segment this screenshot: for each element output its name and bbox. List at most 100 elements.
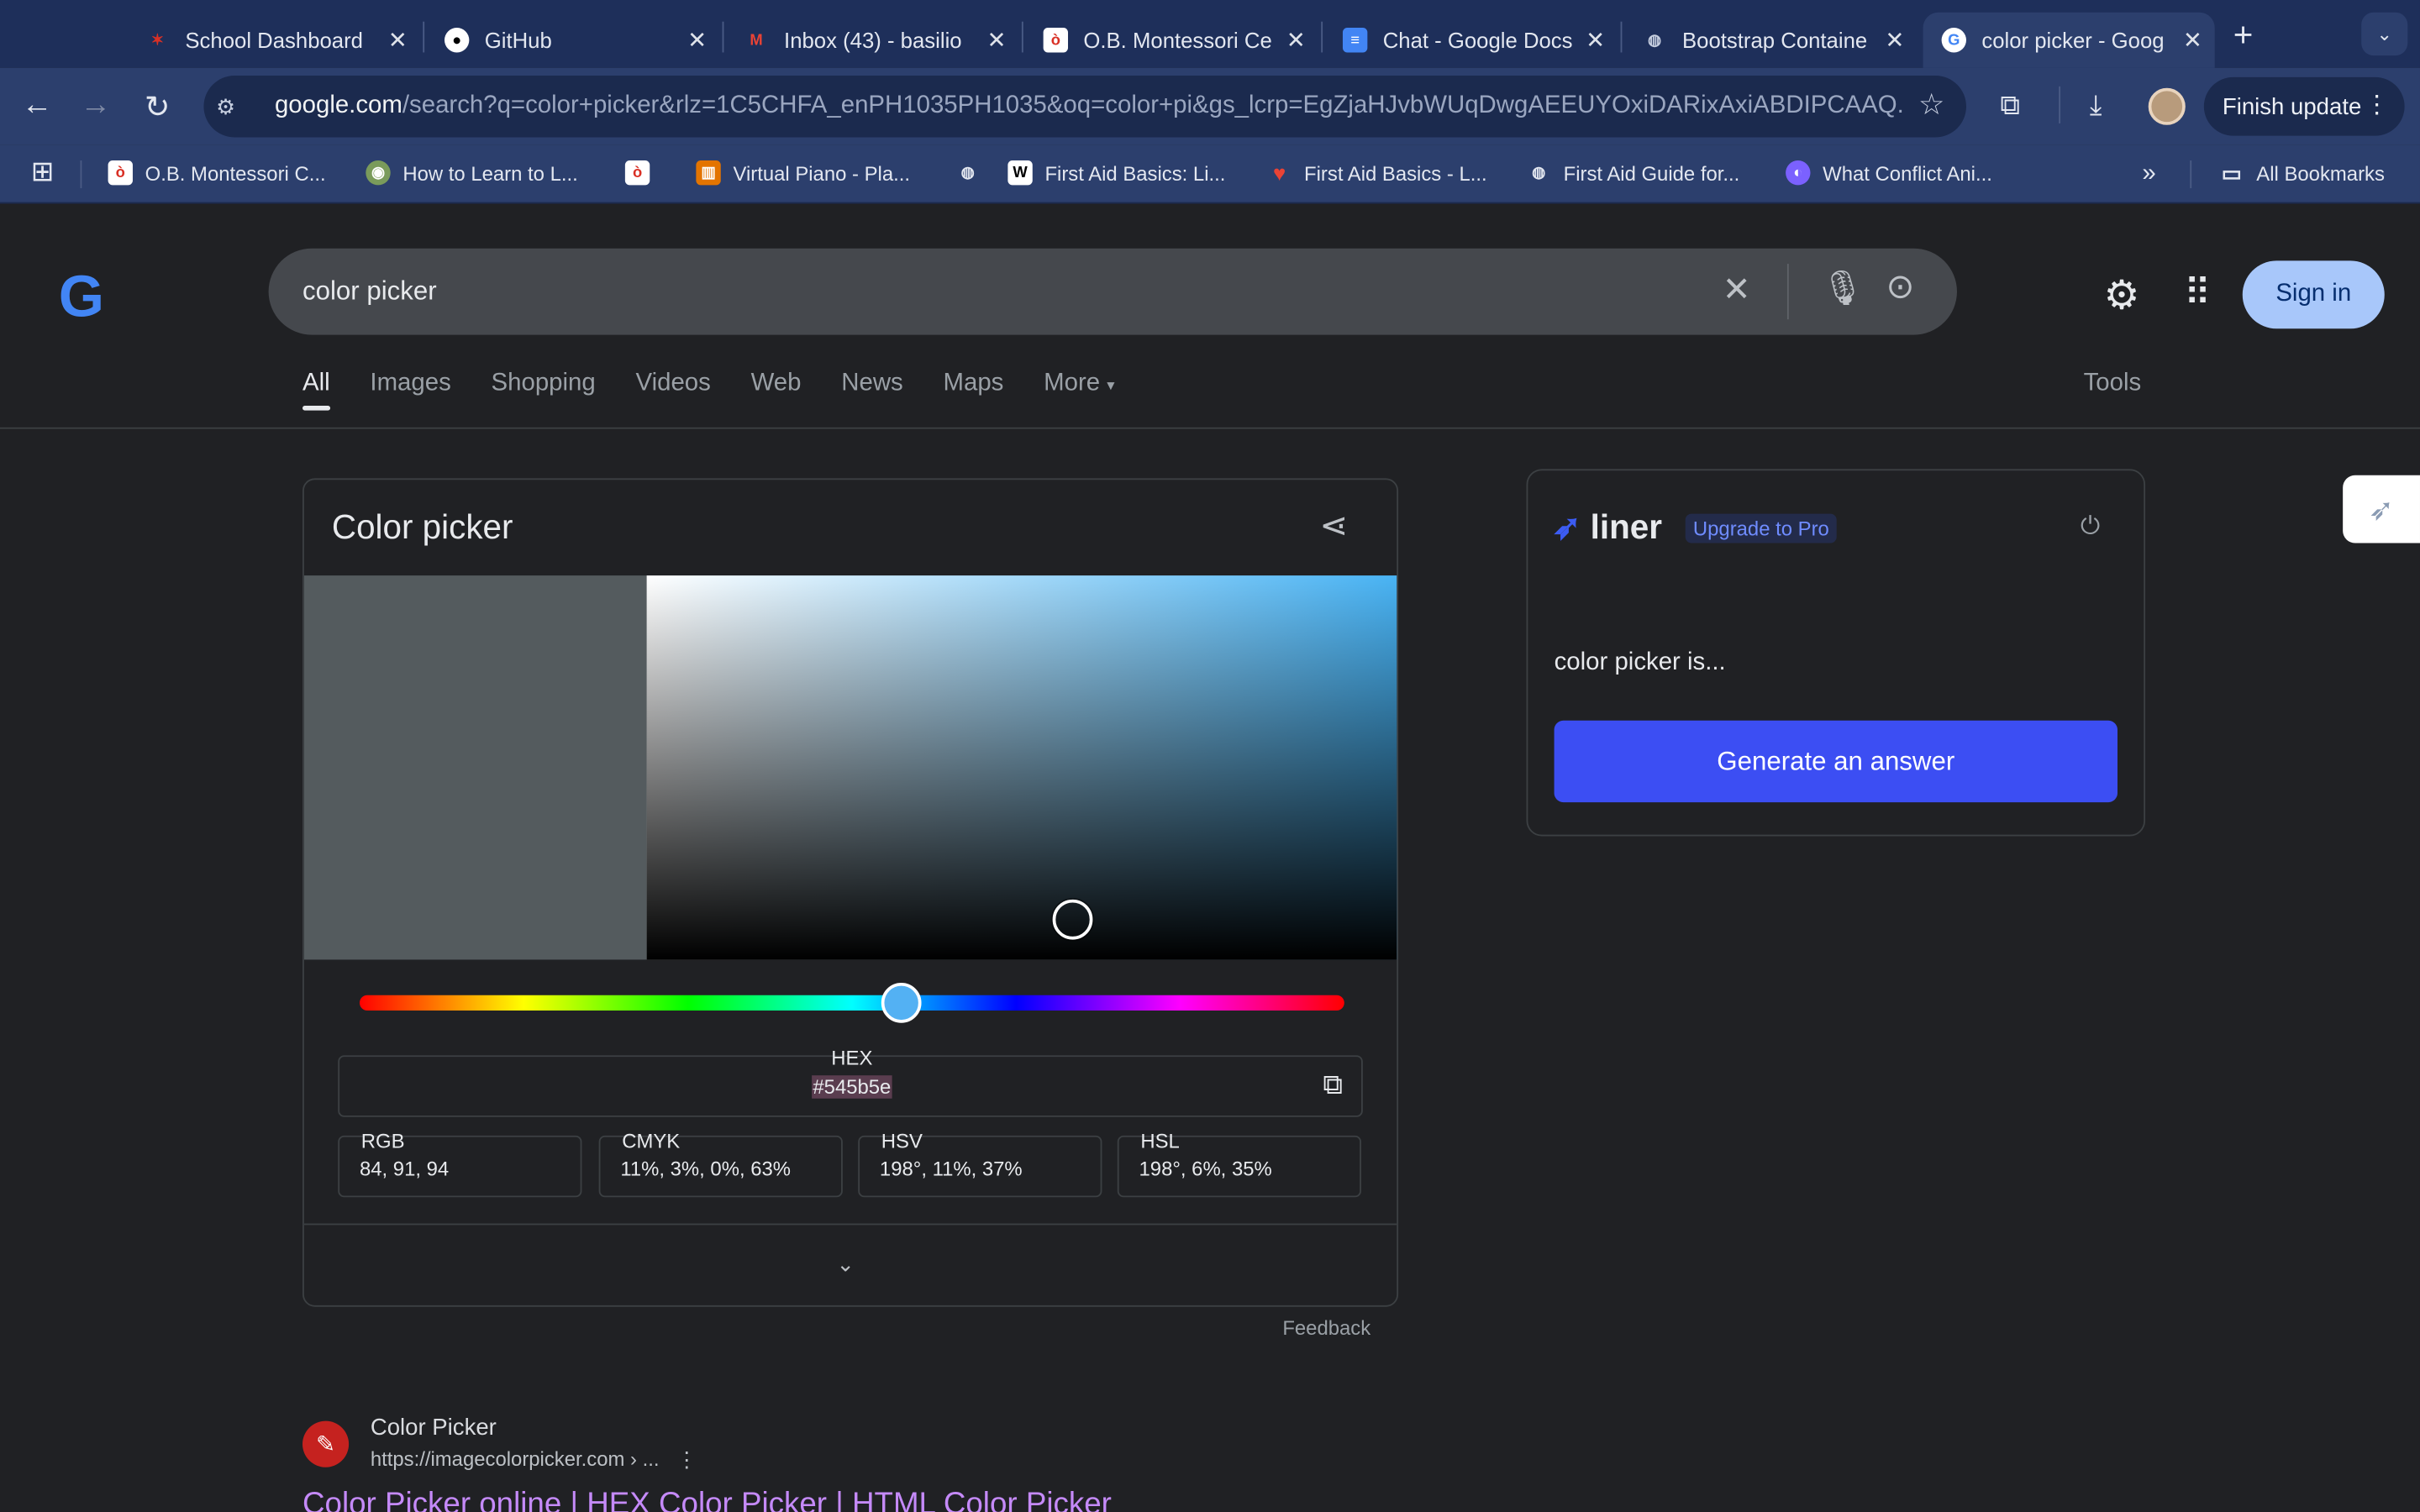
tab-divider [1620, 21, 1623, 53]
back-icon[interactable]: ← [18, 88, 55, 123]
rgb-value: 84, 91, 94 [359, 1157, 450, 1181]
bookmark-label: First Aid Basics - L... [1304, 160, 1487, 185]
finish-update-label: Finish update [2222, 93, 2362, 120]
tab-shopping[interactable]: Shopping [492, 370, 596, 411]
tab-videos[interactable]: Videos [636, 370, 711, 411]
hex-value[interactable]: #545b5e [339, 1075, 1365, 1099]
search-input[interactable] [302, 270, 1661, 313]
bookmarks-bar: ⊞ ò O.B. Montessori C... ◉ How to Learn to… [0, 144, 2420, 204]
bookmark-item[interactable]: ò O.B. Montessori C... [108, 160, 326, 186]
tab-news[interactable]: News [841, 370, 902, 411]
tab-web[interactable]: Web [751, 370, 802, 411]
power-icon[interactable]: ⏻ [2081, 514, 2100, 542]
result-title-link[interactable]: Color Picker online | HEX Color Picker |… [302, 1488, 1112, 1512]
url-text[interactable]: google.com/search?q=color+picker&rlz=1C5… [275, 92, 1903, 120]
google-docs-favicon-icon: ≡ [1342, 28, 1368, 53]
close-tab-icon[interactable]: ✕ [687, 26, 707, 54]
tab-obm[interactable]: ò O.B. Montessori Ce ✕ [1025, 13, 1318, 68]
bookmark-item[interactable]: ◐ What Conflict Ani... [1786, 160, 1992, 186]
hsv-field[interactable]: HSV 198°, 11%, 37% [858, 1129, 1102, 1198]
google-logo[interactable]: G [59, 265, 104, 332]
rgb-field[interactable]: RGB 84, 91, 94 [338, 1129, 582, 1198]
feedback-link[interactable]: Feedback [1282, 1316, 1370, 1340]
saturation-value-area[interactable] [646, 575, 1397, 960]
tab-school-dashboard[interactable]: ✶ School Dashboard ✕ [127, 13, 420, 68]
tab-search-icon[interactable]: ⌄ [2361, 12, 2408, 56]
bookmark-divider [2190, 160, 2192, 189]
tab-maps[interactable]: Maps [944, 370, 1004, 411]
bookmark-item[interactable]: ◍ First Aid Guide for... [1527, 160, 1739, 185]
close-tab-icon[interactable]: ✕ [986, 26, 1006, 54]
tools-button[interactable]: Tools [2084, 370, 2142, 398]
camera-lens-icon[interactable]: ⊙ [1886, 267, 1914, 307]
hue-slider[interactable] [359, 995, 1344, 1011]
all-bookmarks-label: All Bookmarks [2256, 160, 2385, 185]
bookmark-label: First Aid Basics: Li... [1044, 160, 1226, 185]
tab-gmail[interactable]: M Inbox (43) - basilio ✕ [725, 13, 1018, 68]
learn-favicon-icon: ◉ [366, 160, 391, 186]
result-more-icon[interactable]: ⋮ [676, 1447, 697, 1473]
tab-all[interactable]: All [302, 370, 330, 411]
apps-grid-icon[interactable]: ⊞ [31, 156, 55, 189]
close-tab-icon[interactable]: ✕ [1586, 26, 1605, 54]
microphone-icon[interactable]: 🎙 [1821, 269, 1864, 309]
liner-side-rocket-icon[interactable]: ➶ [2343, 475, 2420, 543]
bookmark-item[interactable]: ▥ Virtual Piano - Pla... [696, 160, 910, 186]
tab-bootstrap[interactable]: ◍ Bootstrap Containe ✕ [1623, 13, 1917, 68]
bookmark-item[interactable]: W First Aid Basics: Li... [1007, 160, 1226, 186]
address-bar[interactable]: ⚙ google.com/search?q=color+picker&rlz=1… [203, 75, 1966, 138]
all-bookmarks-folder[interactable]: ▭ All Bookmarks [2219, 160, 2385, 185]
forward-icon[interactable]: → [77, 88, 114, 123]
bookmark-item[interactable]: ♥ First Aid Basics - L... [1267, 160, 1487, 185]
close-tab-icon[interactable]: ✕ [2183, 26, 2202, 54]
search-box: ✕ 🎙 ⊙ [268, 248, 1957, 335]
new-tab-icon[interactable]: + [2233, 15, 2254, 55]
settings-gear-icon[interactable]: ⚙ [2103, 271, 2139, 319]
cmyk-label: CMYK [622, 1129, 681, 1153]
reload-icon[interactable]: ↻ [139, 88, 176, 127]
tab-color-picker-active[interactable]: G color picker - Goog ✕ [1923, 12, 2215, 68]
close-tab-icon[interactable]: ✕ [388, 26, 408, 54]
tab-images[interactable]: Images [370, 370, 450, 411]
bookmark-item[interactable]: ◍ [955, 160, 992, 185]
card-title: Color picker [331, 507, 513, 547]
cmyk-field[interactable]: CMYK 11%, 3%, 0%, 63% [598, 1129, 843, 1198]
profile-avatar[interactable] [2148, 87, 2186, 125]
result-url[interactable]: https://imagecolorpicker.com › ... [371, 1447, 660, 1471]
tab-divider [722, 21, 724, 53]
bookmark-item[interactable]: ò [624, 160, 662, 186]
liner-panel: ➶ liner Upgrade to Pro ⏻ color picker is.… [1526, 469, 2146, 837]
hsl-field[interactable]: HSL 198°, 6%, 35% [1117, 1129, 1361, 1198]
upgrade-to-pro-link[interactable]: Upgrade to Pro [1685, 513, 1838, 543]
hue-slider-thumb[interactable] [881, 982, 922, 1023]
result-site-name[interactable]: Color Picker [371, 1415, 497, 1441]
close-tab-icon[interactable]: ✕ [1286, 26, 1306, 54]
share-icon[interactable]: ⋖ [1319, 506, 1348, 546]
more-bookmarks-icon[interactable]: » [2142, 160, 2155, 188]
bookmark-label: How to Learn to L... [402, 160, 578, 185]
site-info-icon[interactable]: ⚙ [216, 93, 244, 119]
finish-update-button[interactable]: Finish update ⋮ [2203, 76, 2405, 136]
sign-in-button[interactable]: Sign in [2242, 260, 2385, 329]
tab-more[interactable]: More ▾ [1044, 370, 1114, 411]
color-cursor-handle[interactable] [1052, 899, 1093, 940]
tab-title: color picker - Goog [1981, 28, 2165, 53]
hex-field[interactable]: HEX #545b5e ⧉ [338, 1046, 1365, 1117]
tab-google-docs[interactable]: ≡ Chat - Google Docs ✕ [1324, 13, 1618, 68]
downloads-icon[interactable]: ⤓ [2090, 90, 2102, 123]
close-tab-icon[interactable]: ✕ [1885, 26, 1904, 54]
expand-chevron-icon[interactable]: ⌄ [837, 1252, 855, 1278]
extensions-icon[interactable]: ⧉ [2000, 90, 2020, 123]
browser-toolbar: ← → ↻ ⚙ google.com/search?q=color+picker… [0, 67, 2420, 145]
tab-github[interactable]: ● GitHub ✕ [426, 13, 719, 68]
clear-icon[interactable]: ✕ [1723, 270, 1751, 310]
hex-label: HEX [831, 1046, 873, 1069]
bookmark-item[interactable]: ◉ How to Learn to L... [366, 160, 578, 186]
bookmark-star-icon[interactable]: ☆ [1918, 88, 1944, 123]
generate-answer-button[interactable]: Generate an answer [1554, 720, 2118, 803]
google-apps-icon[interactable]: ⠿ [2184, 271, 2211, 316]
tab-strip: ✶ School Dashboard ✕ ● GitHub ✕ M Inbox … [0, 0, 2420, 68]
more-vertical-icon[interactable]: ⋮ [2365, 90, 2389, 121]
copy-icon[interactable]: ⧉ [1323, 1069, 1343, 1102]
hex-value-text: #545b5e [811, 1075, 893, 1099]
